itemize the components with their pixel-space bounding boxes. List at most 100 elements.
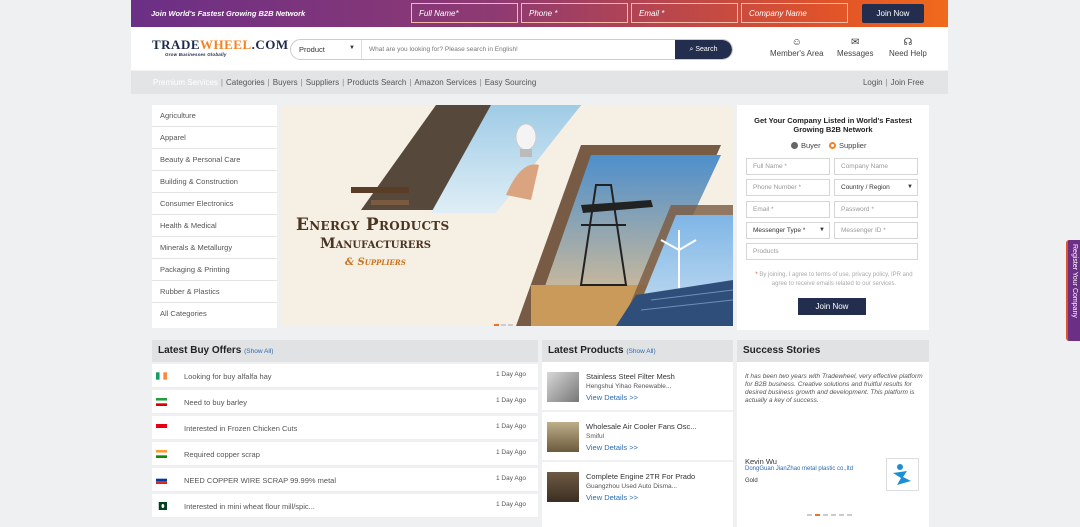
hero-banner[interactable]: Energy Products Manufacturers & Supplier…	[281, 105, 733, 326]
view-details-link[interactable]: View Details >>	[586, 443, 638, 452]
promo-email-input[interactable]: Email *	[631, 3, 738, 23]
category-item[interactable]: Building & Construction	[152, 171, 277, 193]
buy-offer-row[interactable]: NEED COPPER WIRE SCRAP 99.99% metal 1 Da…	[152, 468, 538, 492]
register-company-tab[interactable]: Register Your Company	[1066, 240, 1080, 341]
product-card[interactable]: Stainless Steel Filter Mesh Hengshui Yih…	[542, 362, 733, 412]
country-select[interactable]: Country / Region ▼	[834, 179, 918, 196]
category-item-all[interactable]: All Categories	[152, 303, 277, 325]
latest-products-show-all[interactable]: (Show All)	[626, 348, 655, 355]
register-company-label: Register Your Company	[1071, 244, 1078, 318]
testimonial-company[interactable]: DongGuan JianZhao metal plastic co.,ltd	[745, 466, 853, 472]
message-icon: ✉	[851, 37, 860, 48]
product-image	[547, 372, 579, 402]
category-item[interactable]: Minerals & Metallurgy	[152, 237, 277, 259]
buy-offers-show-all[interactable]: (Show All)	[244, 348, 273, 355]
buy-offer-row[interactable]: Interested in Frozen Chicken Cuts 1 Day …	[152, 416, 538, 440]
member-area-link[interactable]: ☺ Member's Area	[770, 37, 824, 58]
category-item[interactable]: Rubber & Plastics	[152, 281, 277, 303]
view-details-link[interactable]: View Details >>	[586, 493, 638, 502]
russia-flag-icon	[156, 476, 167, 484]
chevron-down-icon: ▼	[349, 45, 355, 51]
main-nav: Premium Services | Categories | Buyers | Suppl…	[131, 71, 948, 94]
nav-easy-sourcing[interactable]: Easy Sourcing	[485, 78, 537, 87]
chevron-down-icon: ▼	[819, 227, 825, 233]
ireland-flag-icon	[156, 372, 167, 380]
need-help-link[interactable]: ☊ Need Help	[889, 37, 927, 58]
category-list: Agriculture Apparel Beauty & Personal Ca…	[152, 105, 277, 328]
view-details-link[interactable]: View Details >>	[586, 393, 638, 402]
nav-categories[interactable]: Categories	[226, 78, 265, 87]
nav-suppliers[interactable]: Suppliers	[306, 78, 339, 87]
buy-offer-row[interactable]: Need to buy barley 1 Day Ago	[152, 390, 538, 414]
messenger-type-value: Messenger Type *	[753, 227, 806, 234]
company-name-field[interactable]: Company Name	[834, 158, 918, 175]
membership-tier: Gold	[745, 478, 758, 484]
category-item[interactable]: Beauty & Personal Care	[152, 149, 277, 171]
search-category-select[interactable]: Product ▼	[291, 40, 362, 59]
category-item[interactable]: Agriculture	[152, 105, 277, 127]
radio-icon	[791, 142, 798, 149]
user-icon: ☺	[791, 37, 802, 48]
promo-fullname-input[interactable]: Full Name*	[411, 3, 518, 23]
product-name: Stainless Steel Filter Mesh	[586, 372, 675, 381]
listing-join-button[interactable]: Join Now	[798, 298, 866, 315]
search-button-label: Search	[695, 46, 718, 53]
buy-offer-row[interactable]: Interested in mini wheat flour mill/spic…	[152, 494, 538, 518]
buy-offer-date: 1 Day Ago	[496, 397, 526, 404]
buy-offer-date: 1 Day Ago	[496, 371, 526, 378]
company-logo-icon	[893, 464, 911, 485]
messages-link[interactable]: ✉ Messages	[837, 37, 873, 58]
logo-tagline: Grow Businesses Globally	[165, 52, 227, 57]
buy-offer-date: 1 Day Ago	[496, 475, 526, 482]
join-free-link[interactable]: Join Free	[891, 78, 924, 87]
testimonial-quote: It has been two years with Tradewheel, v…	[745, 373, 923, 404]
buy-offer-row[interactable]: Looking for buy alfalfa hay 1 Day Ago	[152, 364, 538, 388]
login-link[interactable]: Login	[863, 78, 883, 87]
buy-offer-text: Need to buy barley	[184, 398, 247, 407]
products-field[interactable]: Products	[746, 243, 918, 260]
product-seller: Guangzhou Used Auto Disma...	[586, 483, 678, 490]
search-bar: Product ▼ What are you looking for? Plea…	[290, 39, 733, 60]
success-stories-section: Success Stories It has been two years wi…	[737, 340, 929, 527]
product-card[interactable]: Complete Engine 2TR For Prado Guangzhou …	[542, 462, 733, 512]
tradewheel-logo[interactable]: TRADEWHEEL.COM Grow Businesses Globally	[152, 37, 289, 57]
india-flag-icon	[156, 450, 167, 458]
buy-offer-date: 1 Day Ago	[496, 423, 526, 430]
promo-phone-input[interactable]: Phone *	[521, 3, 628, 23]
logo-text-wheel: WHEEL	[200, 37, 252, 52]
banner-carousel-dots[interactable]	[494, 319, 515, 326]
search-button[interactable]: ⌕ Search	[675, 40, 732, 59]
messenger-id-field[interactable]: Messenger ID *	[834, 222, 918, 239]
category-item[interactable]: Health & Medical	[152, 215, 277, 237]
category-item[interactable]: Consumer Electronics	[152, 193, 277, 215]
radio-supplier[interactable]: Supplier	[828, 141, 866, 150]
password-field[interactable]: Password *	[834, 201, 918, 218]
nav-premium-services[interactable]: Premium Services	[153, 78, 218, 87]
buy-offers-header: Latest Buy Offers (Show All)	[152, 340, 538, 362]
phone-field[interactable]: Phone Number *	[746, 179, 830, 196]
nav-products-search[interactable]: Products Search	[347, 78, 406, 87]
headset-icon: ☊	[903, 37, 913, 48]
role-radio-group: Buyer Supplier	[791, 141, 866, 150]
nav-buyers[interactable]: Buyers	[273, 78, 298, 87]
buy-offer-row[interactable]: Required copper scrap 1 Day Ago	[152, 442, 538, 466]
product-image	[547, 472, 579, 502]
promo-company-input[interactable]: Company Name	[741, 3, 848, 23]
messenger-type-select[interactable]: Messenger Type * ▼	[746, 222, 830, 239]
product-card[interactable]: Wholesale Air Cooler Fans Osc... Smiful …	[542, 412, 733, 462]
category-item[interactable]: Packaging & Printing	[152, 259, 277, 281]
search-input[interactable]: What are you looking for? Please search …	[369, 46, 518, 53]
product-name: Wholesale Air Cooler Fans Osc...	[586, 422, 697, 431]
email-field[interactable]: Email *	[746, 201, 830, 218]
testimonial-carousel-dots[interactable]	[807, 509, 855, 518]
buy-offers-section: Latest Buy Offers (Show All) Looking for…	[152, 340, 538, 527]
nav-amazon-services[interactable]: Amazon Services	[414, 78, 476, 87]
radio-buyer[interactable]: Buyer	[791, 141, 821, 150]
product-name: Complete Engine 2TR For Prado	[586, 472, 696, 481]
buy-offer-date: 1 Day Ago	[496, 449, 526, 456]
category-item[interactable]: Apparel	[152, 127, 277, 149]
iran-flag-icon	[156, 398, 167, 406]
promo-join-button[interactable]: Join Now	[862, 4, 924, 23]
top-promo-bar: Join World's Fastest Growing B2B Network…	[131, 0, 948, 27]
full-name-field[interactable]: Full Name *	[746, 158, 830, 175]
